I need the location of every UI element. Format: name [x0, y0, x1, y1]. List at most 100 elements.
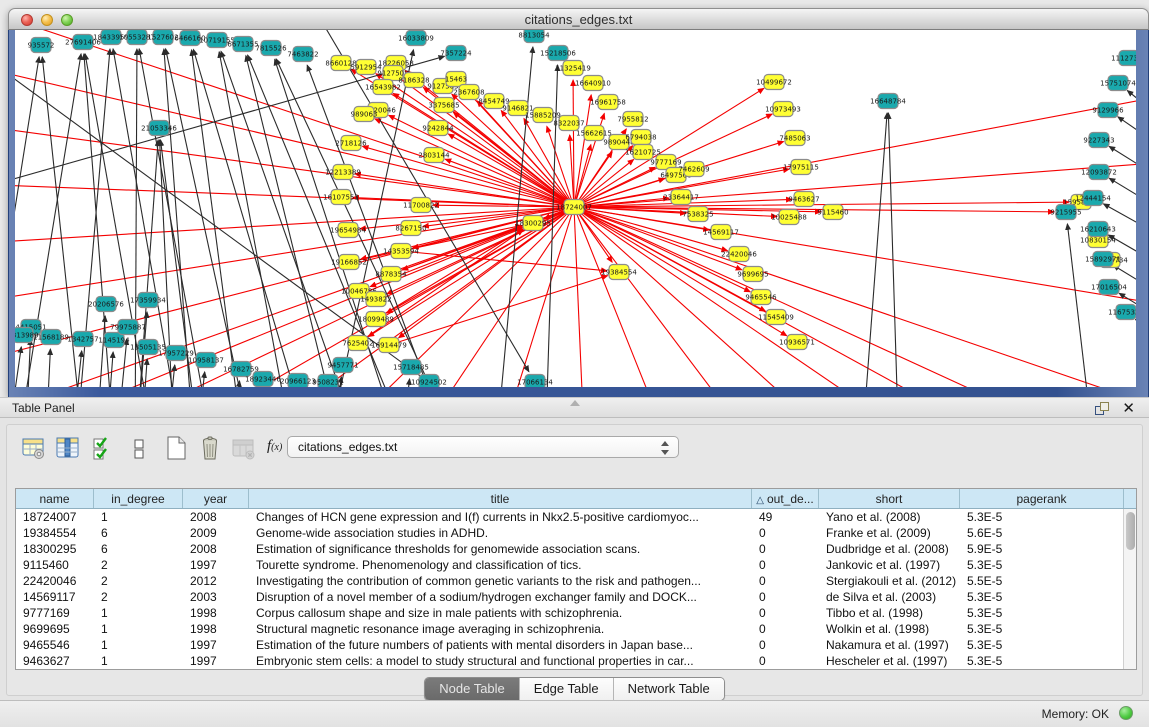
graph-node[interactable]: 11127343 — [1111, 51, 1136, 66]
table-row[interactable]: 1830029562008Estimation of significance … — [16, 541, 1136, 557]
graph-node[interactable]: 7463822 — [287, 47, 318, 62]
table-row[interactable]: 969969511998Structural magnetic resonanc… — [16, 621, 1136, 637]
column-header-name[interactable]: name — [16, 489, 94, 508]
table-cell[interactable]: Genome-wide association studies in ADHD. — [249, 525, 752, 541]
table-cell[interactable]: 1997 — [183, 637, 249, 653]
delete-rows-icon[interactable] — [197, 435, 223, 461]
table-cell[interactable]: Corpus callosum shape and size in male p… — [249, 605, 752, 621]
table-cell[interactable]: 1998 — [183, 621, 249, 637]
table-cell[interactable]: Dudbridge et al. (2008) — [819, 541, 960, 557]
graph-node[interactable]: 16640910 — [575, 76, 611, 91]
table-cell[interactable]: 2012 — [183, 573, 249, 589]
table-cell[interactable]: 5.3E-5 — [960, 605, 1124, 621]
graph-node[interactable]: 935572 — [28, 38, 55, 53]
table-cell[interactable]: 0 — [752, 573, 819, 589]
column-header-title[interactable]: title — [249, 489, 752, 508]
graph-node[interactable]: 9508231 — [312, 375, 343, 388]
table-cell[interactable]: 5.3E-5 — [960, 589, 1124, 605]
table-cell[interactable]: 2009 — [183, 525, 249, 541]
table-row[interactable]: 977716911998Corpus callosum shape and si… — [16, 605, 1136, 621]
table-cell[interactable]: 2008 — [183, 509, 249, 525]
table-cell[interactable]: 9777169 — [16, 605, 94, 621]
column-header-short[interactable]: short — [819, 489, 960, 508]
table-cell[interactable]: Franke et al. (2009) — [819, 525, 960, 541]
table-cell[interactable]: 2 — [94, 573, 183, 589]
network-window-titlebar[interactable]: citations_edges.txt — [8, 8, 1149, 30]
table-row[interactable]: 2242004622012Investigating the contribut… — [16, 573, 1136, 589]
graph-node[interactable]: 21053346 — [141, 121, 177, 136]
table-row[interactable]: 946362711997Embryonic stem cells: a mode… — [16, 653, 1136, 669]
graph-node[interactable]: 16961758 — [590, 95, 626, 110]
graph-node[interactable]: 9227343 — [1083, 133, 1114, 148]
table-cell[interactable]: Estimation of significance thresholds fo… — [249, 541, 752, 557]
graph-node[interactable]: 14569117 — [703, 225, 739, 240]
table-settings-icon[interactable] — [21, 435, 47, 461]
table-cell[interactable]: 9699695 — [16, 621, 94, 637]
table-cell[interactable]: Nakamura et al. (1997) — [819, 637, 960, 653]
table-cell[interactable]: 1 — [94, 605, 183, 621]
table-cell[interactable]: 5.3E-5 — [960, 637, 1124, 653]
table-cell[interactable]: 22420046 — [16, 573, 94, 589]
table-cell[interactable]: 9463627 — [16, 653, 94, 669]
table-cell[interactable]: 2 — [94, 557, 183, 573]
graph-node[interactable]: 16033809 — [398, 31, 434, 46]
graph-node[interactable]: 9115460 — [817, 205, 848, 220]
graph-node[interactable]: 10924502 — [411, 375, 447, 388]
graph-node[interactable]: 11675333 — [1108, 305, 1136, 320]
table-row[interactable]: 911546021997Tourette syndrome. Phenomeno… — [16, 557, 1136, 573]
table-cell[interactable]: Estimation of the future numbers of pati… — [249, 637, 752, 653]
table-cell[interactable]: Tibbo et al. (1998) — [819, 605, 960, 621]
column-header-year[interactable]: year — [183, 489, 249, 508]
table-row[interactable]: 946554611997Estimation of the future num… — [16, 637, 1136, 653]
table-cell[interactable]: 18300295 — [16, 541, 94, 557]
new-table-icon[interactable] — [163, 435, 189, 461]
table-cell[interactable]: 0 — [752, 653, 819, 669]
graph-node[interactable]: 19384554 — [601, 265, 637, 280]
graph-node[interactable]: 19166852 — [331, 255, 367, 270]
graph-node[interactable]: 2718126 — [335, 136, 367, 151]
table-cell[interactable]: 5.9E-5 — [960, 541, 1124, 557]
table-cell[interactable]: 6 — [94, 525, 183, 541]
table-row[interactable]: 1938455462009Genome-wide association stu… — [16, 525, 1136, 541]
table-cell[interactable]: 1997 — [183, 653, 249, 669]
graph-node[interactable]: 11325419 — [555, 61, 591, 76]
table-cell[interactable]: 1 — [94, 653, 183, 669]
table-cell[interactable]: 5.5E-5 — [960, 573, 1124, 589]
tab-node-table[interactable]: Node Table — [425, 678, 520, 700]
graph-node[interactable]: 989063 — [351, 107, 378, 122]
table-cell[interactable]: 0 — [752, 525, 819, 541]
column-header-pagerank[interactable]: pagerank — [960, 489, 1124, 508]
graph-node[interactable]: 20966123 — [280, 374, 316, 388]
graph-node[interactable]: 23364417 — [663, 190, 699, 205]
table-row[interactable]: 1872400712008Changes of HCN gene express… — [16, 509, 1136, 525]
table-cell[interactable]: 0 — [752, 605, 819, 621]
table-cell[interactable]: 5.3E-5 — [960, 653, 1124, 669]
table-cell[interactable]: Jankovic et al. (1997) — [819, 557, 960, 573]
table-cell[interactable]: 1 — [94, 621, 183, 637]
tab-edge-table[interactable]: Edge Table — [520, 678, 614, 700]
table-cell[interactable]: 18724007 — [16, 509, 94, 525]
table-select-dropdown[interactable]: citations_edges.txt — [287, 436, 679, 458]
graph-node[interactable]: 15751074 — [1100, 76, 1136, 91]
graph-node[interactable]: 16648784 — [870, 94, 906, 109]
table-cell[interactable]: Disruption of a novel member of a sodium… — [249, 589, 752, 605]
panel-resize-grip[interactable] — [570, 400, 580, 406]
graph-node[interactable]: 17016504 — [1091, 280, 1127, 295]
table-cell[interactable]: Changes of HCN gene expression and I(f) … — [249, 509, 752, 525]
table-cell[interactable]: 2 — [94, 589, 183, 605]
table-cell[interactable]: 9115460 — [16, 557, 94, 573]
table-cell[interactable]: 6 — [94, 541, 183, 557]
float-panel-icon[interactable] — [1095, 402, 1109, 415]
table-cell[interactable]: 0 — [752, 621, 819, 637]
graph-node[interactable]: 16107553 — [323, 190, 359, 205]
table-cell[interactable]: 1998 — [183, 605, 249, 621]
close-panel-icon[interactable]: ✕ — [1122, 400, 1135, 417]
table-cell[interactable]: de Silva et al. (2003) — [819, 589, 960, 605]
table-cell[interactable]: 1 — [94, 637, 183, 653]
table-cell[interactable]: 0 — [752, 557, 819, 573]
table-cell[interactable]: Structural magnetic resonance image aver… — [249, 621, 752, 637]
graph-node[interactable]: 10499672 — [756, 75, 792, 90]
show-columns-icon[interactable] — [55, 435, 81, 461]
table-cell[interactable]: Embryonic stem cells: a model to study s… — [249, 653, 752, 669]
tab-network-table[interactable]: Network Table — [614, 678, 724, 700]
